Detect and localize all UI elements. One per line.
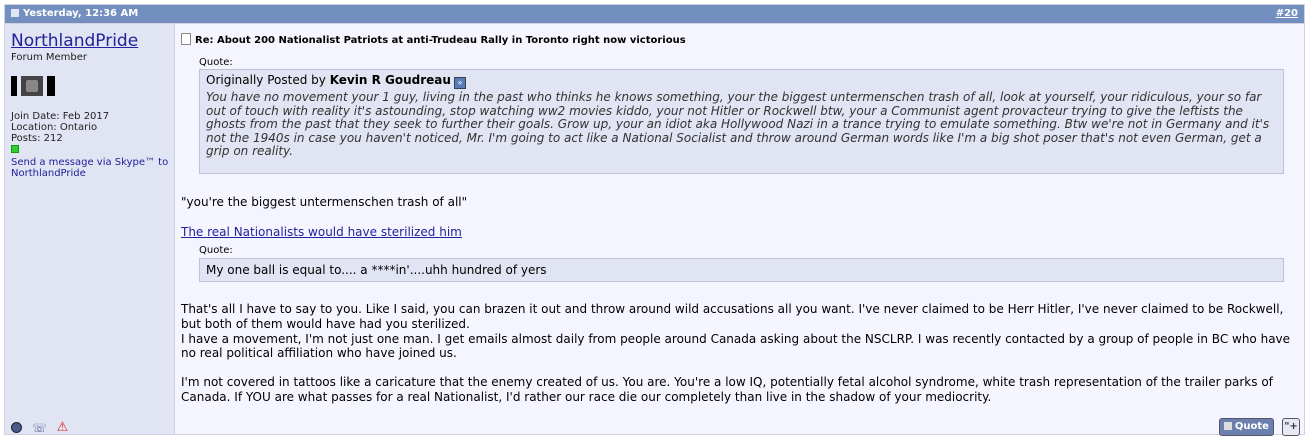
quote-label-2: Quote: xyxy=(199,245,233,256)
post-title-text: Re: About 200 Nationalist Patriots at an… xyxy=(195,35,686,46)
quote-author: Kevin R Goudreau xyxy=(329,73,451,87)
post-header: Yesterday, 12:36 AM #20 xyxy=(5,5,1304,24)
skype-icon[interactable]: ☏ xyxy=(32,421,47,435)
username-link[interactable]: NorthlandPride xyxy=(11,31,138,51)
user-info-panel: NorthlandPride Forum Member Join Date: F… xyxy=(5,24,175,435)
location: Location: Ontario xyxy=(11,122,98,133)
report-warning-icon[interactable]: ⚠ xyxy=(57,420,69,435)
post-buttons: Quote "+ xyxy=(1216,416,1300,436)
lead-quote-text: "you're the biggest untermenschen trash … xyxy=(181,195,468,209)
quote-text-2: My one ball is equal to.... a ****in'...… xyxy=(206,263,547,277)
body-paragraph-2: I have a movement, I'm not just one man.… xyxy=(181,331,1291,361)
body-paragraph-1: That's all I have to say to you. Like I … xyxy=(181,302,1284,331)
quote-button-label: Quote xyxy=(1234,420,1269,432)
document-icon xyxy=(181,33,191,45)
quote-block: Originally Posted by Kevin R Goudreau» Y… xyxy=(199,69,1284,174)
status-circle-icon[interactable] xyxy=(11,422,22,433)
post-content: Re: About 200 Nationalist Patriots at an… xyxy=(175,24,1306,436)
quote-label: Quote: xyxy=(199,57,233,68)
post-body: That's all I have to say to you. Like I … xyxy=(181,302,1306,405)
post-title: Re: About 200 Nationalist Patriots at an… xyxy=(181,33,686,46)
view-post-icon[interactable]: » xyxy=(453,77,466,89)
quote-text: You have no movement your 1 guy, living … xyxy=(206,90,1270,158)
quote-button[interactable]: Quote xyxy=(1218,417,1274,436)
user-action-icons: ☏ ⚠ xyxy=(11,420,74,435)
join-date: Join Date: Feb 2017 xyxy=(11,111,110,122)
quote-block-2: My one ball is equal to.... a ****in'...… xyxy=(199,258,1284,282)
originally-posted-by: Originally Posted by xyxy=(206,73,326,87)
online-status-icon xyxy=(11,145,19,153)
quote-attribution: Originally Posted by Kevin R Goudreau» xyxy=(206,73,1277,89)
forum-post: Yesterday, 12:36 AM #20 NorthlandPride F… xyxy=(4,4,1306,436)
post-count: Posts: 212 xyxy=(11,133,63,144)
multiquote-icon[interactable]: "+ xyxy=(1282,417,1300,436)
skype-message-link[interactable]: Send a message via Skype™ to NorthlandPr… xyxy=(11,157,171,179)
pencil-icon xyxy=(1223,421,1232,430)
user-stats: Join Date: Feb 2017 Location: Ontario Po… xyxy=(11,111,109,153)
post-date-text: Yesterday, 12:36 AM xyxy=(23,8,139,19)
sterilized-link[interactable]: The real Nationalists would have sterili… xyxy=(181,225,462,239)
post-number-link[interactable]: #20 xyxy=(1276,8,1298,19)
post-date: Yesterday, 12:36 AM xyxy=(11,8,138,19)
avatar[interactable] xyxy=(11,76,55,96)
post-icon xyxy=(11,9,19,17)
body-paragraph-3: I'm not covered in tattoos like a carica… xyxy=(181,375,1273,404)
user-title: Forum Member xyxy=(11,52,88,63)
